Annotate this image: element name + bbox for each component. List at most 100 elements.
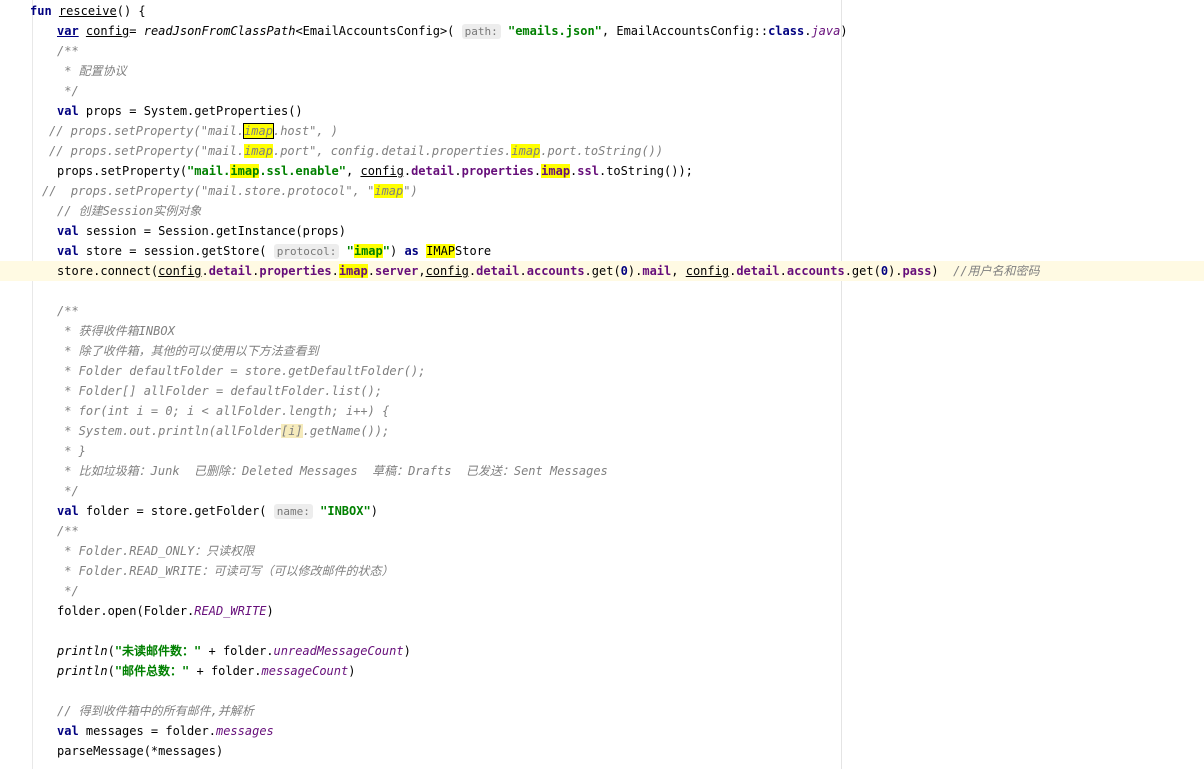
code-token: ). <box>627 264 643 278</box>
code-token: * 除了收件箱，其他的可以使用以下方法查看到 <box>57 344 319 358</box>
code-token: accounts <box>786 264 845 278</box>
code-token: * for(int i = 0; i < allFolder.length; i… <box>57 404 390 418</box>
code-line[interactable]: val folder = store.getFolder( name: "INB… <box>57 501 378 521</box>
code-token: ( <box>107 664 115 678</box>
code-token: imap <box>244 144 273 158</box>
code-line[interactable]: */ <box>57 81 78 101</box>
code-token: 0 <box>620 264 628 278</box>
code-token: /** <box>57 524 79 538</box>
code-line[interactable]: * } <box>57 441 86 461</box>
code-token: accounts <box>526 264 585 278</box>
code-token: imap <box>353 244 383 258</box>
code-line[interactable]: val messages = folder.messages <box>57 721 274 741</box>
code-line[interactable]: // props.setProperty("mail.store.protoco… <box>42 181 418 201</box>
code-token: , EmailAccountsConfig:: <box>601 24 769 38</box>
code-token: . <box>454 164 462 178</box>
code-line[interactable]: println("未读邮件数：" + folder.unreadMessageC… <box>57 641 411 661</box>
code-line[interactable]: * Folder.READ_WRITE：可读可写（可以修改邮件的状态） <box>57 561 393 581</box>
code-token: * 获得收件箱INBOX <box>57 324 175 338</box>
code-line[interactable]: folder.open(Folder.READ_WRITE) <box>57 601 274 621</box>
code-token: ) <box>403 644 411 658</box>
code-token: val <box>57 244 79 258</box>
code-line[interactable]: // props.setProperty("mail.imap.host", ) <box>49 121 338 141</box>
code-line[interactable]: var config= readJsonFromClassPath<EmailA… <box>57 21 848 41</box>
code-token: [i] <box>280 424 303 438</box>
code-token: parseMessage(*messages) <box>57 744 224 758</box>
code-token: as <box>404 244 419 258</box>
code-token: Store <box>455 244 492 258</box>
code-token: .ssl.enable" <box>259 164 347 178</box>
code-token: . <box>519 264 527 278</box>
code-line[interactable]: */ <box>57 581 78 601</box>
code-token: val <box>57 224 79 238</box>
code-token: // props.setProperty("mail.store.protoco… <box>42 184 375 198</box>
code-line[interactable]: * Folder defaultFolder = store.getDefaul… <box>57 361 425 381</box>
code-token: val <box>57 504 79 518</box>
code-line[interactable]: * 除了收件箱，其他的可以使用以下方法查看到 <box>57 341 319 361</box>
code-line[interactable]: * Folder.READ_ONLY：只读权限 <box>57 541 254 561</box>
code-line[interactable]: * 配置协议 <box>57 61 127 81</box>
code-token: */ <box>57 484 79 498</box>
code-token: * 配置协议 <box>57 64 127 78</box>
code-token: ). <box>888 264 903 278</box>
code-token: session = Session.getInstance(props) <box>78 224 346 238</box>
code-token: <EmailAccountsConfig>( <box>295 24 462 38</box>
code-token: . <box>331 264 339 278</box>
code-token: ( <box>107 644 115 658</box>
code-token: , <box>671 264 686 278</box>
code-token: ") <box>403 184 418 198</box>
code-token: * } <box>57 444 86 458</box>
code-line[interactable]: val props = System.getProperties() <box>57 101 303 121</box>
code-token: detail <box>208 264 253 278</box>
code-line[interactable]: /** <box>57 41 79 61</box>
code-token: props = System.getProperties() <box>78 104 303 118</box>
code-line[interactable]: // props.setProperty("mail.imap.port", c… <box>49 141 663 161</box>
code-token: val <box>57 724 79 738</box>
code-token: .toString()); <box>598 164 693 178</box>
code-line[interactable]: /** <box>57 301 79 321</box>
code-line[interactable]: fun resceive() { <box>30 1 146 21</box>
code-line[interactable]: // 得到收件箱中的所有邮件,并解析 <box>57 701 254 721</box>
code-line[interactable]: // 创建Session实例对象 <box>57 201 201 221</box>
code-token: folder.open(Folder. <box>57 604 195 618</box>
parameter-hint: path: <box>461 24 501 39</box>
code-line[interactable]: val session = Session.getInstance(props) <box>57 221 346 241</box>
code-line[interactable]: store.connect(config.detail.properties.i… <box>57 261 1040 281</box>
code-token: properties <box>259 264 332 278</box>
code-line[interactable]: parseMessage(*messages) <box>57 741 223 761</box>
code-token: * System.out.println(allFolder <box>57 424 281 438</box>
code-token: detail <box>411 164 455 178</box>
right-margin-guide <box>841 0 842 769</box>
code-token: "邮件总数：" <box>114 664 190 678</box>
code-token: detail <box>736 264 780 278</box>
code-token: class <box>768 24 805 38</box>
code-token: .getName()); <box>302 424 390 438</box>
code-token: "INBOX" <box>320 504 371 518</box>
code-line[interactable]: */ <box>57 481 79 501</box>
code-line[interactable]: props.setProperty("mail.imap.ssl.enable"… <box>57 161 693 181</box>
code-line[interactable]: println("邮件总数：" + folder.messageCount) <box>57 661 355 681</box>
code-line[interactable]: * 比如垃圾箱：Junk 已删除：Deleted Messages 草稿：Dra… <box>57 461 608 481</box>
code-token: .port", config.detail.properties. <box>272 144 512 158</box>
code-token: + folder. <box>189 664 262 678</box>
code-token: mail <box>642 264 672 278</box>
code-token: props.setProperty( <box>57 164 188 178</box>
code-line[interactable]: * System.out.println(allFolder[i].getNam… <box>57 421 389 441</box>
code-line[interactable]: * for(int i = 0; i < allFolder.length; i… <box>57 401 389 421</box>
code-token: java <box>811 24 841 38</box>
code-line[interactable]: val store = session.getStore( protocol: … <box>57 241 491 261</box>
code-token: IMAP <box>426 244 456 258</box>
code-token: "emails.json" <box>507 24 602 38</box>
code-token: resceive <box>58 4 117 18</box>
code-token: ssl <box>577 164 599 178</box>
code-token: config <box>85 24 130 38</box>
code-token: store = session.getStore( <box>78 244 274 258</box>
code-token: messages <box>215 724 274 738</box>
code-token: readJsonFromClassPath <box>143 24 296 38</box>
code-token: pass <box>902 264 932 278</box>
code-line[interactable]: /** <box>57 521 79 541</box>
code-line[interactable]: * 获得收件箱INBOX <box>57 321 175 341</box>
code-line[interactable]: * Folder[] allFolder = defaultFolder.lis… <box>57 381 382 401</box>
